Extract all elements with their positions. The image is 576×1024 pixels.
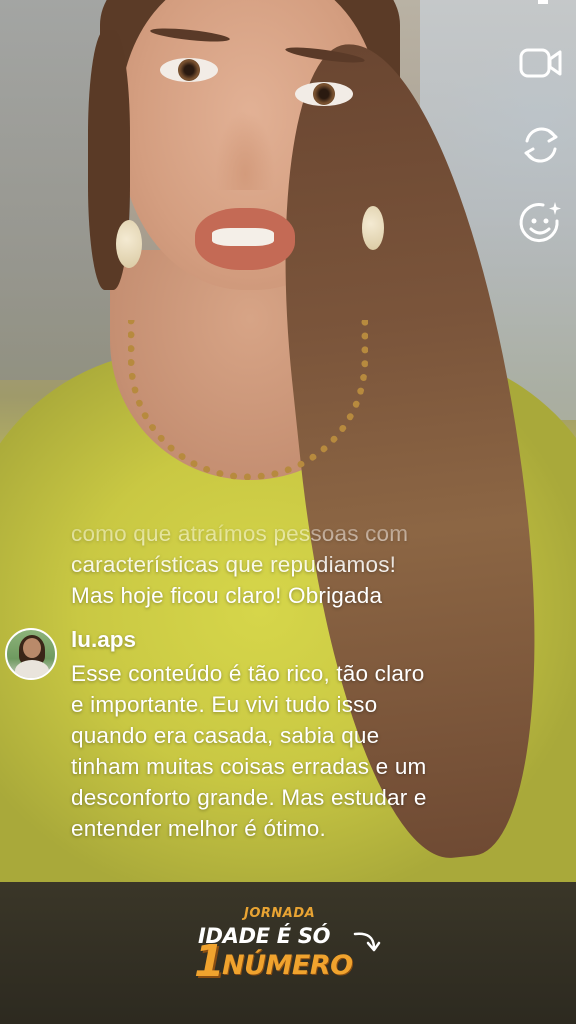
presenter-earring-right	[362, 206, 384, 250]
logo-digit: 1	[194, 936, 225, 987]
switch-camera-button[interactable]	[514, 120, 568, 174]
jornada-logo: JORNADA IDADE É SÓ 1 NÚMERO	[192, 906, 392, 1006]
switch-camera-icon	[519, 123, 563, 172]
logo-line-2: NÚMERO	[222, 950, 353, 981]
curved-arrow-icon	[352, 928, 382, 963]
comment-text: Esse conteúdo é tão rico, tão claro e im…	[71, 661, 427, 841]
status-indicator	[538, 0, 548, 4]
commenter-username[interactable]: lu.aps	[71, 626, 136, 654]
presenter-nose	[215, 110, 275, 190]
commenter-avatar[interactable]	[5, 628, 57, 680]
face-effects-icon	[517, 199, 565, 252]
previous-comment-text: como que atraímos pessoas com caracterís…	[71, 521, 409, 608]
presenter-eye-right	[295, 82, 353, 106]
presenter-earring-left	[116, 220, 142, 268]
video-camera-button[interactable]	[514, 38, 568, 92]
face-effects-button[interactable]	[514, 198, 568, 252]
video-camera-icon	[519, 46, 563, 85]
live-comments-feed[interactable]: como que atraímos pessoas com caracterís…	[0, 518, 576, 882]
presenter-eye-left	[160, 58, 218, 82]
promo-banner: JORNADA IDADE É SÓ 1 NÚMERO	[0, 882, 576, 1024]
presenter-teeth	[212, 228, 274, 246]
logo-kicker: JORNADA	[244, 906, 316, 921]
